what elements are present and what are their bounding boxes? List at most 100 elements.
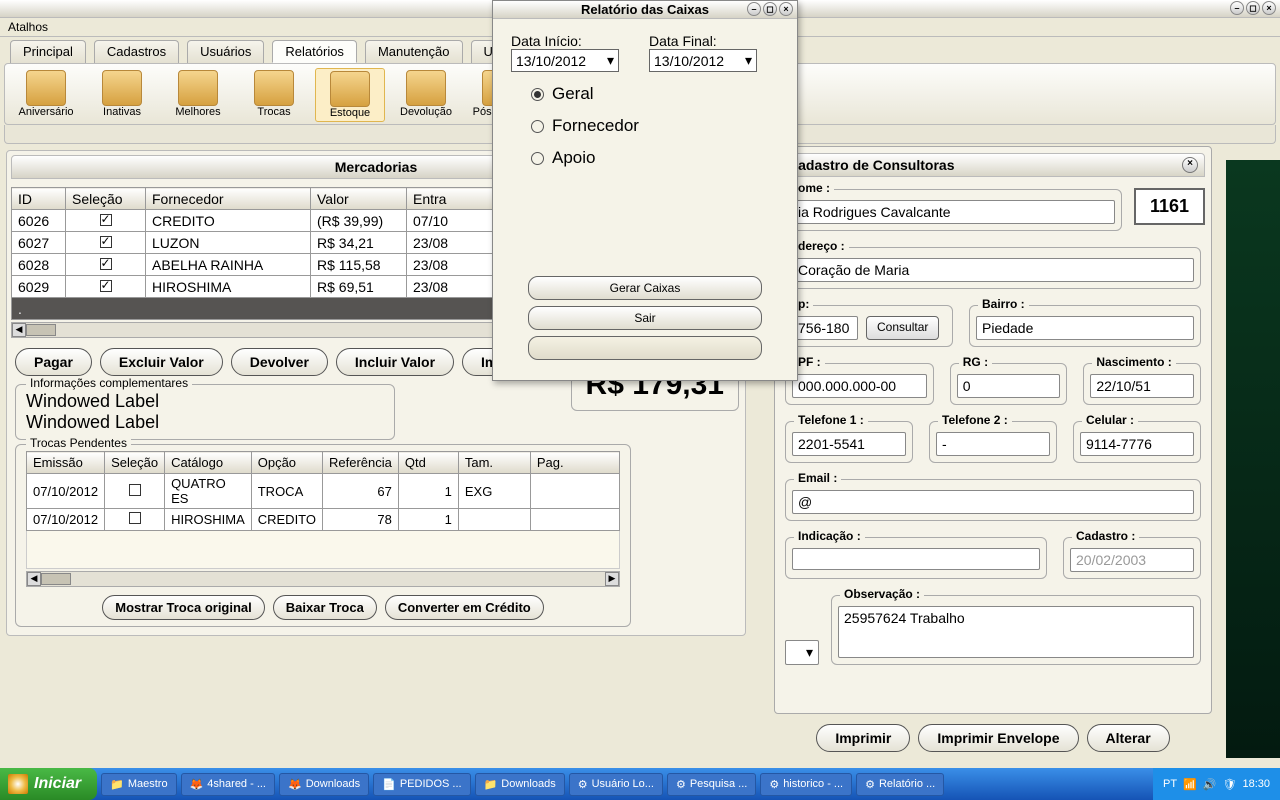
tab-usuarios[interactable]: Usuários <box>187 40 264 63</box>
small-dropdown[interactable]: ▾ <box>785 640 819 665</box>
data-final-dropdown[interactable]: 13/10/2012▾ <box>649 49 757 72</box>
star-box-icon <box>178 70 218 106</box>
cep-field[interactable]: 756-180 <box>792 316 858 340</box>
chevron-down-icon: ▾ <box>607 52 614 69</box>
close-icon[interactable]: × <box>1182 157 1198 173</box>
task-item[interactable]: ⚙ Relatório ... <box>856 773 944 796</box>
consultar-button[interactable]: Consultar <box>866 316 939 340</box>
chevron-down-icon: ▾ <box>745 52 752 69</box>
radio-icon[interactable] <box>531 88 544 101</box>
task-item[interactable]: 📁 Maestro <box>101 773 176 796</box>
task-item[interactable]: 📁 Downloads <box>475 773 565 796</box>
mostrar-troca-button[interactable]: Mostrar Troca original <box>102 595 265 620</box>
imprimir-envelope-button[interactable]: Imprimir Envelope <box>918 724 1078 752</box>
dialog-title: Relatório das Caixas <box>581 2 709 17</box>
pending-scrollbar[interactable]: ◀▶ <box>26 571 620 587</box>
col-id[interactable]: ID <box>12 188 66 210</box>
radio-apoio[interactable]: Apoio <box>531 148 779 168</box>
lang-indicator[interactable]: PT <box>1163 778 1177 790</box>
radio-geral[interactable]: Geral <box>531 84 779 104</box>
close-icon[interactable]: × <box>1262 1 1276 15</box>
tab-cadastros[interactable]: Cadastros <box>94 40 179 63</box>
info-legend: Informações complementares <box>26 376 192 390</box>
scroll-left-icon[interactable]: ◀ <box>12 323 26 337</box>
observacao-field[interactable]: 25957624 Trabalho <box>838 606 1194 658</box>
cadastro-title: Cadastro de Consultoras <box>788 157 954 173</box>
clock[interactable]: 18:30 <box>1242 778 1270 790</box>
tray-icon[interactable]: 📶 <box>1183 778 1197 791</box>
blank-button[interactable] <box>528 336 762 360</box>
pending-fieldset: Trocas Pendentes Emissão Seleção Catálog… <box>15 444 631 627</box>
rg-field[interactable]: 0 <box>957 374 1061 398</box>
checkbox-icon[interactable] <box>100 280 112 292</box>
nome-field[interactable]: ia Rodrigues Cavalcante <box>792 200 1115 224</box>
task-item[interactable]: ⚙ Pesquisa ... <box>667 773 756 796</box>
indicacao-field[interactable] <box>792 548 1040 570</box>
gerar-caixas-button[interactable]: Gerar Caixas <box>528 276 762 300</box>
email-field[interactable]: @ <box>792 490 1194 514</box>
radio-icon[interactable] <box>531 120 544 133</box>
task-item[interactable]: 📄 PEDIDOS ... <box>373 773 470 796</box>
checkbox-icon[interactable] <box>100 214 112 226</box>
task-item[interactable]: ⚙ historico - ... <box>760 773 852 796</box>
cpf-field[interactable]: 000.000.000-00 <box>792 374 927 398</box>
checkbox-icon[interactable] <box>100 258 112 270</box>
tab-manutencao[interactable]: Manutenção <box>365 40 463 63</box>
converter-credito-button[interactable]: Converter em Crédito <box>385 595 544 620</box>
tab-relatorios[interactable]: Relatórios <box>272 40 357 63</box>
pagar-button[interactable]: Pagar <box>15 348 92 376</box>
scroll-thumb[interactable] <box>41 573 71 585</box>
telefone1-field[interactable]: 2201-5541 <box>792 432 906 456</box>
tray-icon[interactable]: 🛡 <box>1223 778 1237 791</box>
maximize-icon[interactable]: ◻ <box>763 2 777 16</box>
radio-icon[interactable] <box>531 152 544 165</box>
baixar-troca-button[interactable]: Baixar Troca <box>273 595 377 620</box>
system-tray[interactable]: PT 📶 🔊 🛡 18:30 <box>1153 768 1280 800</box>
nascimento-field[interactable]: 22/10/51 <box>1090 374 1194 398</box>
info-label-1: Windowed Label <box>26 391 384 412</box>
checkbox-icon[interactable] <box>100 236 112 248</box>
endereco-field[interactable]: Coração de Maria <box>792 258 1194 282</box>
windows-logo-icon <box>8 774 28 794</box>
cliente-id: 1161 <box>1134 188 1205 225</box>
radio-fornecedor[interactable]: Fornecedor <box>531 116 779 136</box>
scroll-left-icon[interactable]: ◀ <box>27 572 41 586</box>
start-button[interactable]: Iniciar <box>0 768 97 800</box>
alterar-button[interactable]: Alterar <box>1087 724 1170 752</box>
celular-field[interactable]: 9114-7776 <box>1080 432 1194 456</box>
ribbon-melhores[interactable]: Melhores <box>163 68 233 122</box>
cadastro-panel: Cadastro de Consultoras × ome : ia Rodri… <box>774 146 1212 714</box>
incluir-valor-button[interactable]: Incluir Valor <box>336 348 454 376</box>
task-item[interactable]: 🦊 Downloads <box>279 773 369 796</box>
col-fornecedor[interactable]: Fornecedor <box>146 188 311 210</box>
excluir-valor-button[interactable]: Excluir Valor <box>100 348 223 376</box>
devolver-button[interactable]: Devolver <box>231 348 328 376</box>
checkbox-icon[interactable] <box>129 484 141 496</box>
scroll-right-icon[interactable]: ▶ <box>605 572 619 586</box>
imprimir-cadastro-button[interactable]: Imprimir <box>816 724 910 752</box>
scroll-thumb[interactable] <box>26 324 56 336</box>
ribbon-inativas[interactable]: Inativas <box>87 68 157 122</box>
data-inicio-dropdown[interactable]: 13/10/2012▾ <box>511 49 619 72</box>
close-icon[interactable]: × <box>779 2 793 16</box>
checkbox-icon[interactable] <box>129 512 141 524</box>
col-selecao[interactable]: Seleção <box>66 188 146 210</box>
cadastro-date-field: 20/02/2003 <box>1070 548 1194 572</box>
task-item[interactable]: 🦊 4shared - ... <box>181 773 275 796</box>
minimize-icon[interactable]: – <box>1230 1 1244 15</box>
sair-button[interactable]: Sair <box>528 306 762 330</box>
ribbon-devolucao[interactable]: Devolução <box>391 68 461 122</box>
ribbon-estoque[interactable]: Estoque <box>315 68 385 122</box>
tab-principal[interactable]: Principal <box>10 40 86 63</box>
pending-table[interactable]: Emissão Seleção Catálogo Opção Referênci… <box>26 451 620 531</box>
tray-icon[interactable]: 🔊 <box>1203 778 1217 791</box>
relatorio-caixas-dialog: Relatório das Caixas – ◻ × Data Início: … <box>492 0 798 381</box>
bairro-field[interactable]: Piedade <box>976 316 1194 340</box>
ribbon-aniversario[interactable]: Aniversário <box>11 68 81 122</box>
maximize-icon[interactable]: ◻ <box>1246 1 1260 15</box>
task-item[interactable]: ⚙ Usuário Lo... <box>569 773 663 796</box>
minimize-icon[interactable]: – <box>747 2 761 16</box>
telefone2-field[interactable]: - <box>936 432 1050 456</box>
ribbon-trocas[interactable]: Trocas <box>239 68 309 122</box>
col-valor[interactable]: Valor <box>311 188 407 210</box>
